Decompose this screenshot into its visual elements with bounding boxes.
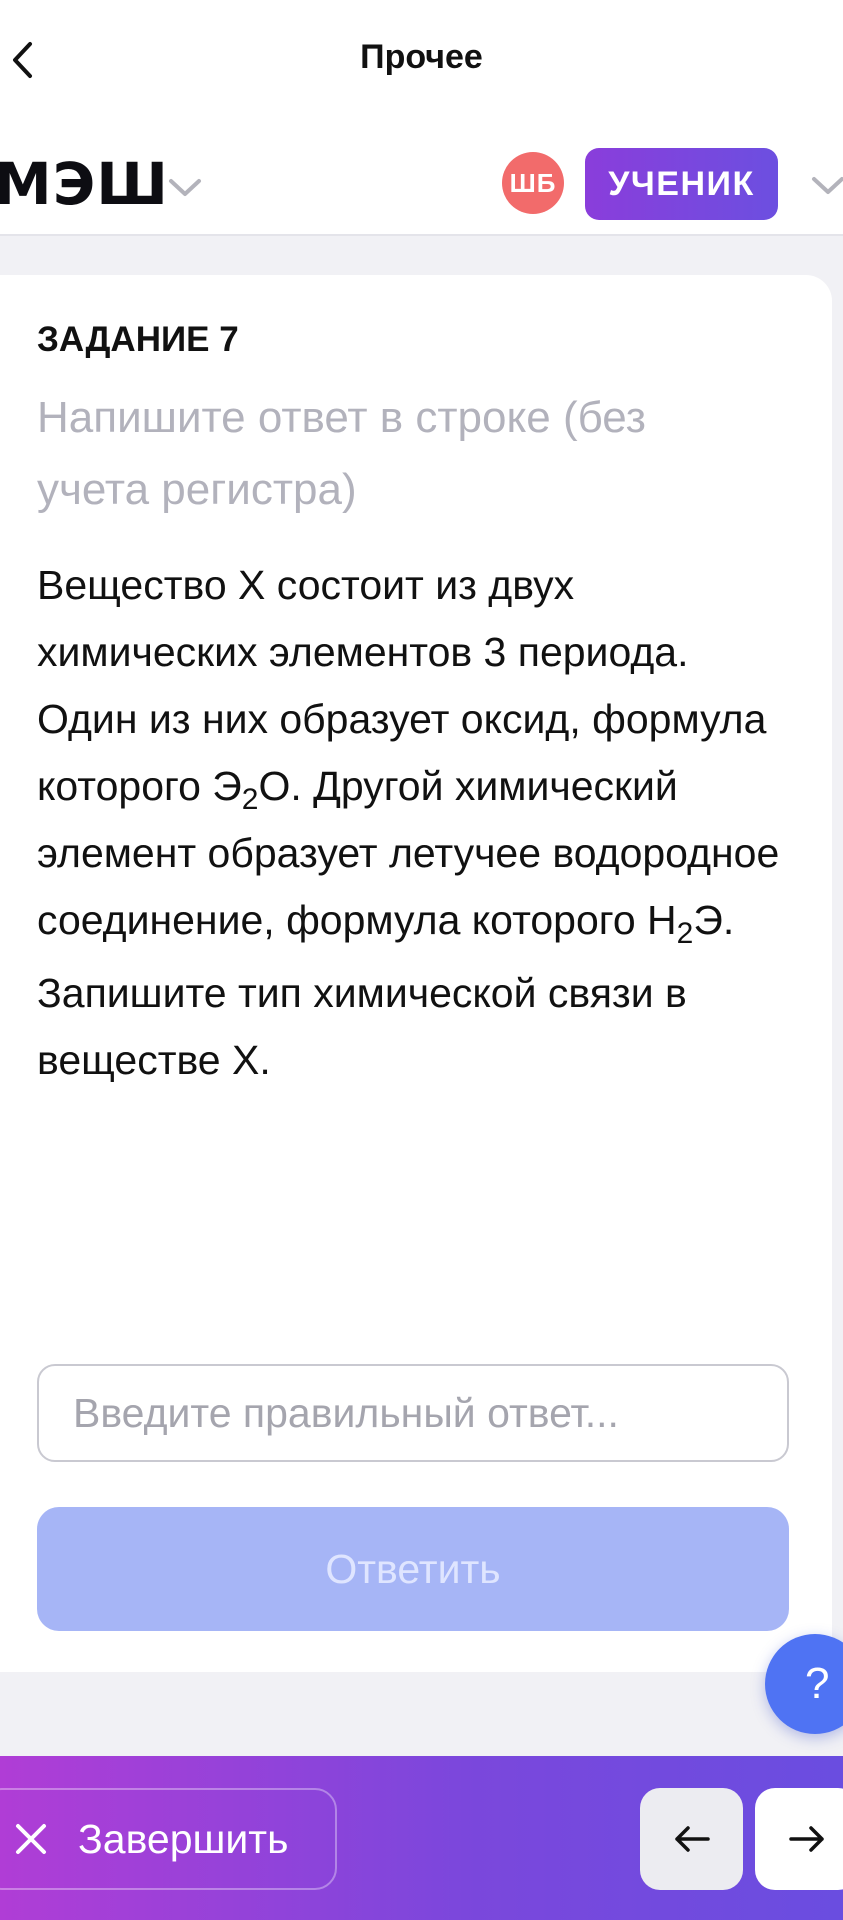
- arrow-left-icon: [674, 1826, 710, 1852]
- oxide-subscript: 2: [241, 783, 259, 817]
- question-text: Вещество X состоит из двух химических эл…: [37, 552, 797, 1094]
- question-instruction: Запишите тип химической связи в веществе…: [37, 970, 687, 1083]
- hydride-subscript: 2: [676, 917, 694, 951]
- question-mark-icon: ?: [805, 1659, 830, 1708]
- top-navigation-bar: Прочее: [0, 0, 843, 122]
- finish-button[interactable]: Завершить: [0, 1788, 337, 1890]
- avatar[interactable]: ШБ: [502, 152, 564, 214]
- answer-input[interactable]: [37, 1364, 789, 1462]
- task-number: ЗАДАНИЕ 7: [37, 320, 239, 359]
- question-paragraph: Вещество X состоит из двух химических эл…: [37, 552, 797, 954]
- task-hint: Напишите ответ в строке (без учета регис…: [37, 393, 646, 514]
- next-task-button[interactable]: [755, 1788, 843, 1890]
- previous-task-button[interactable]: [640, 1788, 743, 1890]
- submit-answer-button[interactable]: Ответить: [37, 1507, 789, 1631]
- finish-label: Завершить: [78, 1815, 289, 1862]
- brand-logo[interactable]: МЭШ: [0, 150, 169, 218]
- chevron-down-icon[interactable]: [165, 172, 205, 202]
- page-title: Прочее: [360, 38, 483, 76]
- arrow-right-icon: [788, 1826, 824, 1852]
- role-badge-button[interactable]: УЧЕНИК: [585, 148, 778, 220]
- chevron-down-icon[interactable]: [808, 170, 843, 200]
- close-icon: [16, 1824, 46, 1854]
- question-text-segment: Э.: [693, 897, 735, 943]
